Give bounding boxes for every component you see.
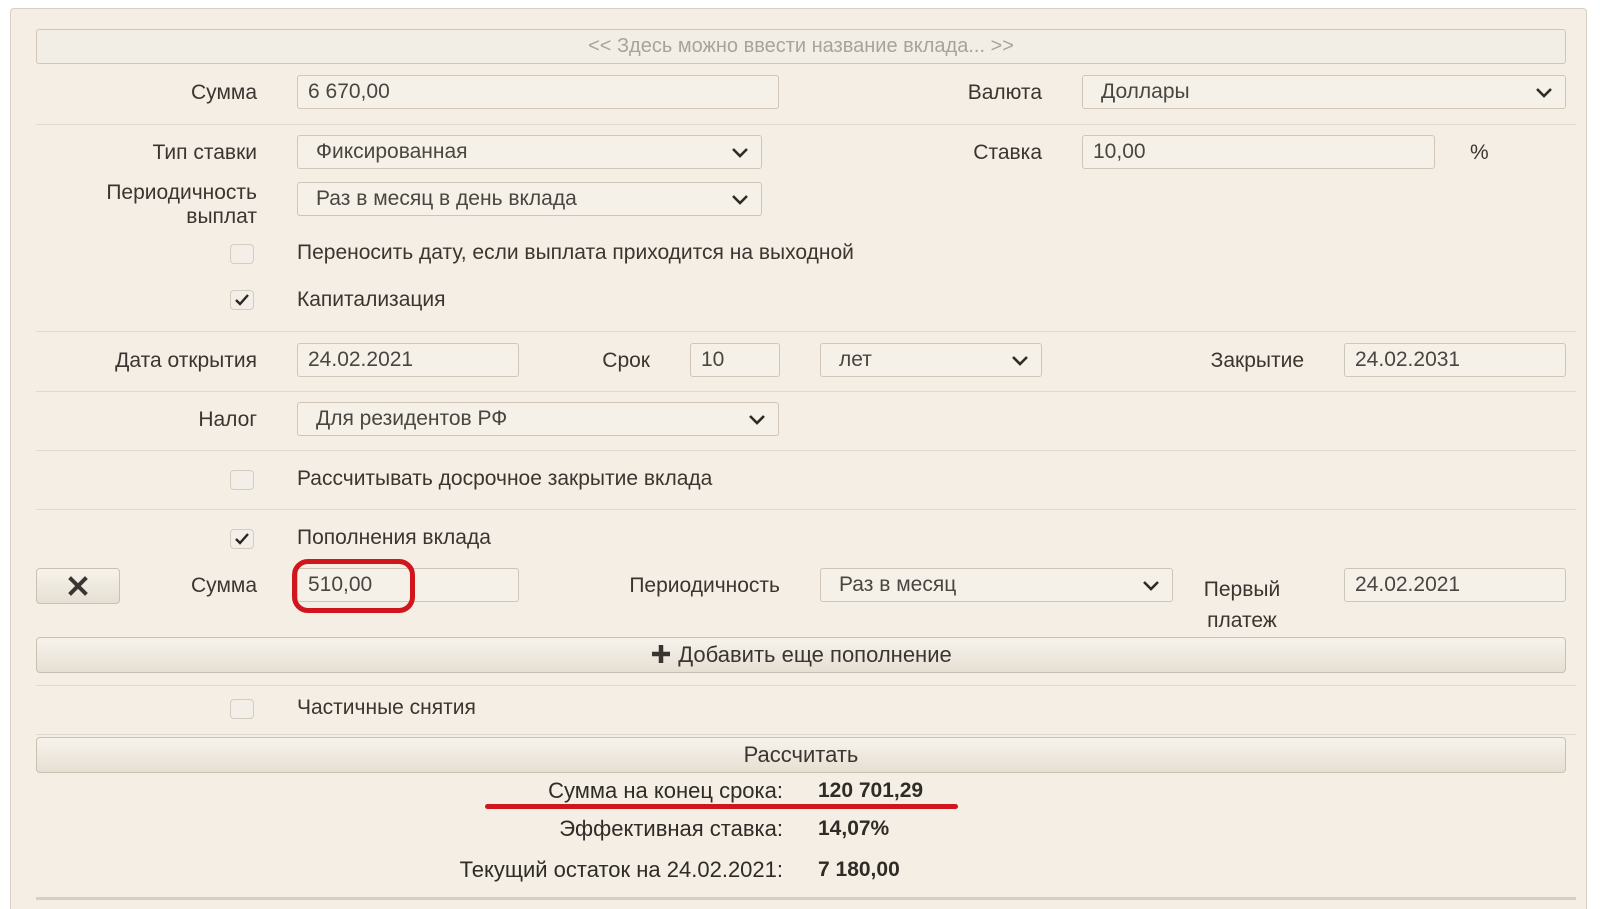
- add-replenishment-label: Добавить еще пополнение: [678, 642, 952, 667]
- chevron-down-icon: [732, 195, 748, 205]
- close-date-input[interactable]: 24.02.2031: [1344, 343, 1566, 377]
- checkmark-icon: [235, 533, 249, 545]
- current-balance-value: 7 180,00: [818, 858, 900, 881]
- open-date-label: Дата открытия: [115, 349, 257, 372]
- payout-period-label-line2: выплат: [186, 205, 257, 228]
- chevron-down-icon: [1536, 88, 1552, 98]
- term-input[interactable]: 10: [690, 343, 780, 377]
- replenishment-period-select[interactable]: Раз в месяц: [820, 568, 1173, 602]
- tax-label: Налог: [198, 408, 257, 431]
- replenishment-label: Пополнения вклада: [297, 526, 491, 549]
- chevron-down-icon: [732, 148, 748, 158]
- rate-type-label: Тип ставки: [152, 141, 257, 164]
- payout-period-label: Периодичность выплат: [40, 181, 257, 229]
- payout-period-label-line1: Периодичность: [106, 181, 257, 204]
- capitalization-checkbox[interactable]: [230, 290, 254, 310]
- tax-select[interactable]: Для резидентов РФ: [297, 402, 779, 436]
- remove-replenishment-button[interactable]: [36, 568, 120, 604]
- rate-type-value: Фиксированная: [316, 140, 468, 163]
- separator: [36, 124, 1576, 125]
- separator: [36, 450, 1576, 451]
- chevron-down-icon: [749, 415, 765, 425]
- highlight-circle-annotation: [292, 559, 415, 613]
- final-sum-value: 120 701,29: [818, 779, 924, 802]
- partial-withdrawals-label: Частичные снятия: [297, 696, 476, 719]
- rate-input[interactable]: 10,00: [1082, 135, 1435, 169]
- payout-period-value: Раз в месяц в день вклада: [316, 187, 577, 210]
- early-close-checkbox[interactable]: [230, 470, 254, 490]
- close-date-value: 24.02.2031: [1355, 348, 1461, 371]
- effective-rate-label: Эффективная ставка:: [559, 816, 783, 841]
- add-replenishment-button[interactable]: Добавить еще пополнение: [36, 637, 1566, 673]
- term-label: Срок: [602, 349, 650, 372]
- deposit-name-placeholder: << Здесь можно ввести название вклада...…: [588, 35, 1014, 57]
- move-date-checkbox[interactable]: [230, 244, 254, 264]
- first-payment-label-line1: Первый: [1203, 578, 1281, 601]
- deposit-name-input[interactable]: << Здесь можно ввести название вклада...…: [36, 29, 1566, 64]
- open-date-value: 24.02.2021: [308, 348, 414, 371]
- open-date-input[interactable]: 24.02.2021: [297, 343, 519, 377]
- term-unit-select[interactable]: лет: [820, 343, 1042, 377]
- rate-type-select[interactable]: Фиксированная: [297, 135, 762, 169]
- first-payment-label-line2: платеж: [1207, 609, 1277, 632]
- amount-input[interactable]: 6 670,00: [297, 75, 779, 109]
- currency-label: Валюта: [967, 81, 1042, 104]
- current-balance-label: Текущий остаток на 24.02.2021:: [459, 857, 783, 882]
- currency-value: Доллары: [1101, 80, 1190, 103]
- amount-value: 6 670,00: [308, 80, 390, 103]
- separator: [36, 391, 1576, 392]
- payout-period-select[interactable]: Раз в месяц в день вклада: [297, 182, 762, 216]
- calculate-button[interactable]: Рассчитать: [36, 737, 1566, 773]
- chevron-down-icon: [1012, 356, 1028, 366]
- close-x-icon: [68, 576, 88, 596]
- chevron-down-icon: [1143, 581, 1159, 591]
- term-value: 10: [701, 348, 725, 371]
- capitalization-label: Капитализация: [297, 288, 446, 311]
- separator: [36, 509, 1576, 510]
- replenishment-amount-label: Сумма: [191, 574, 257, 597]
- checkmark-icon: [235, 294, 249, 306]
- separator: [36, 331, 1576, 332]
- early-close-label: Рассчитывать досрочное закрытие вклада: [297, 467, 713, 490]
- replenishment-checkbox[interactable]: [230, 529, 254, 549]
- replenishment-period-value: Раз в месяц: [839, 573, 957, 596]
- move-date-label: Переносить дату, если выплата приходится…: [297, 241, 854, 264]
- calculate-label: Рассчитать: [743, 742, 859, 767]
- term-unit-value: лет: [839, 348, 872, 371]
- effective-rate-value: 14,07%: [818, 817, 890, 840]
- final-sum-label: Сумма на конец срока:: [548, 778, 783, 803]
- close-date-label: Закрытие: [1210, 349, 1304, 372]
- separator: [36, 734, 1576, 735]
- first-payment-date-value: 24.02.2021: [1355, 573, 1461, 596]
- tax-value: Для резидентов РФ: [316, 407, 508, 430]
- first-payment-date-input[interactable]: 24.02.2021: [1344, 568, 1566, 602]
- separator: [36, 685, 1576, 686]
- first-payment-label: Первый платеж: [1180, 574, 1304, 636]
- plus-icon: [652, 645, 671, 663]
- amount-label: Сумма: [191, 81, 257, 104]
- partial-withdrawals-checkbox[interactable]: [230, 699, 254, 719]
- currency-select[interactable]: Доллары: [1082, 75, 1566, 109]
- rate-label: Ставка: [973, 141, 1042, 164]
- rate-value: 10,00: [1093, 140, 1146, 163]
- underline-annotation: [485, 804, 958, 809]
- rate-unit: %: [1470, 141, 1489, 164]
- replenishment-period-label: Периодичность: [629, 574, 780, 597]
